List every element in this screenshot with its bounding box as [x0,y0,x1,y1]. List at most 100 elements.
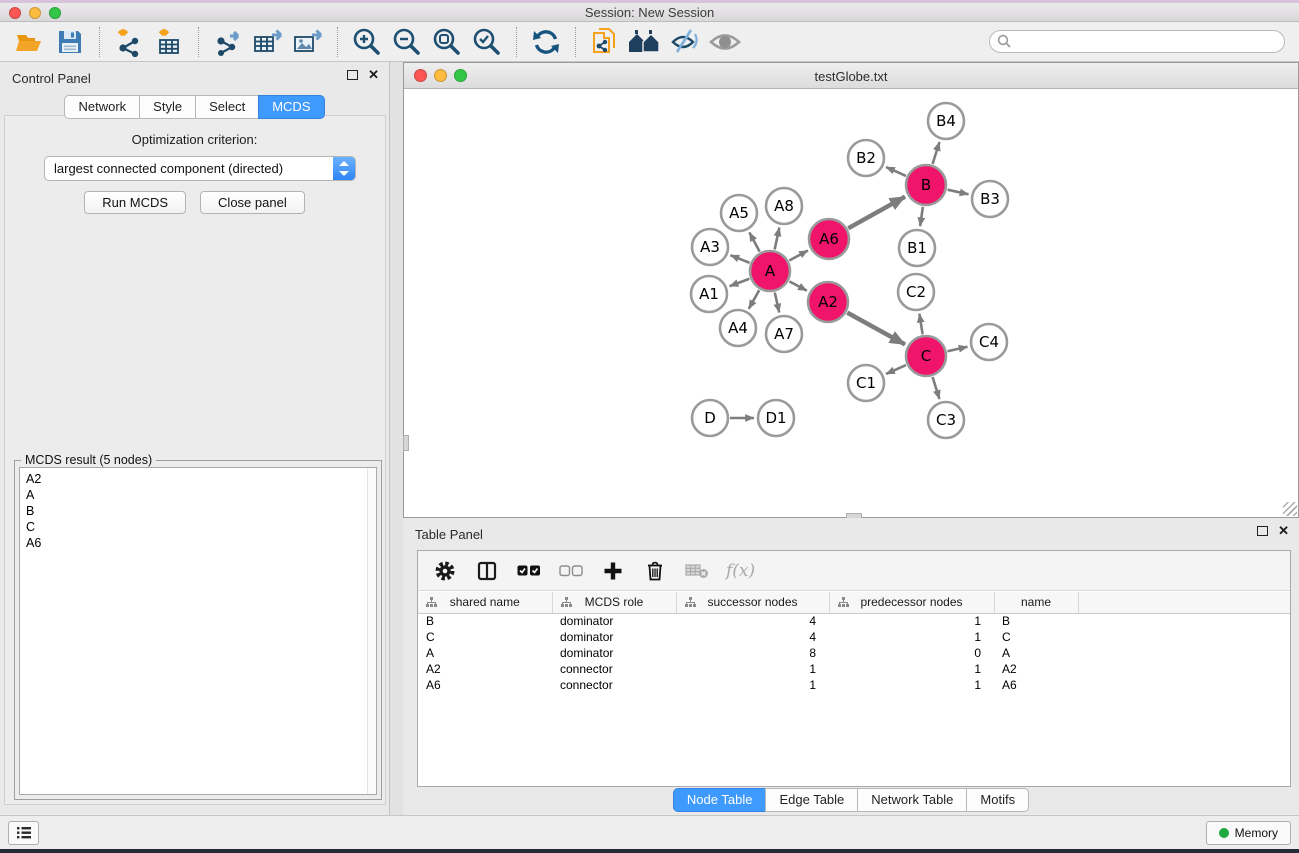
run-mcds-button[interactable]: Run MCDS [84,191,186,214]
node-A8[interactable]: A8 [766,188,802,224]
edge-A-A1[interactable] [730,279,750,286]
zoom-in-button[interactable] [347,26,387,58]
column-header-predecessor-nodes[interactable]: predecessor nodes [829,592,994,613]
criterion-dropdown[interactable]: largest connected component (directed) [44,156,356,181]
node-B1[interactable]: B1 [899,230,935,266]
edge-A-A2[interactable] [789,281,806,290]
edge-C-C2[interactable] [919,314,922,335]
table-cell[interactable]: dominator [552,645,676,661]
edge-B-B3[interactable] [947,190,968,195]
import-table-button[interactable] [149,26,189,58]
table-cell[interactable]: B [994,613,1078,629]
node-A1[interactable]: A1 [691,276,727,312]
function-builder-button-disabled[interactable]: f(x) [726,561,755,581]
table-cell[interactable]: 4 [676,613,829,629]
table-cell[interactable]: B [418,613,552,629]
add-column-button[interactable] [600,558,626,584]
table-cell[interactable]: C [418,629,552,645]
edge-B-B4[interactable] [933,142,940,164]
close-panel-icon[interactable]: ✕ [368,70,379,80]
float-panel-icon[interactable] [347,70,358,80]
column-header-shared-name[interactable]: shared name [418,592,552,613]
table-cell[interactable]: 4 [676,629,829,645]
column-header-MCDS-role[interactable]: MCDS role [552,592,676,613]
float-table-panel-icon[interactable] [1257,526,1268,536]
edge-A-A3[interactable] [730,255,749,263]
node-A4[interactable]: A4 [720,310,756,346]
mcds-result-scrollbar[interactable] [367,468,376,794]
table-cell[interactable]: connector [552,677,676,693]
table-cell[interactable]: 1 [829,629,994,645]
node-C2[interactable]: C2 [898,274,934,310]
save-session-button[interactable] [50,26,90,58]
table-cell[interactable]: C [994,629,1078,645]
node-A3[interactable]: A3 [692,229,728,265]
close-panel-button[interactable]: Close panel [200,191,305,214]
edge-A2-C[interactable] [847,313,905,345]
tab-mcds[interactable]: MCDS [258,95,324,119]
network-canvas[interactable]: AA1A2A3A4A5A6A7A8BB1B2B3B4CC1C2C3C4DD1 [404,89,1298,517]
table-cell[interactable]: A6 [418,677,552,693]
node-B[interactable]: B [906,165,946,205]
task-history-button[interactable] [8,821,39,845]
table-cell[interactable]: 1 [676,661,829,677]
refresh-button[interactable] [526,26,566,58]
node-B2[interactable]: B2 [848,140,884,176]
tab-node-table[interactable]: Node Table [673,788,767,812]
table-cell[interactable]: connector [552,661,676,677]
zoom-selected-button[interactable] [467,26,507,58]
table-cell[interactable]: 0 [829,645,994,661]
edge-C-C3[interactable] [933,377,940,399]
edge-A-A8[interactable] [775,228,780,250]
table-cell[interactable]: 1 [829,661,994,677]
delete-column-button[interactable] [642,558,668,584]
zoom-fit-button[interactable] [427,26,467,58]
table-cell[interactable]: A6 [994,677,1078,693]
tab-network-table[interactable]: Network Table [857,788,967,812]
edge-A-A4[interactable] [749,290,759,309]
window-resize-grip[interactable] [1283,502,1297,516]
edge-B-B1[interactable] [920,207,923,226]
edge-A-A5[interactable] [749,232,759,251]
table-cell[interactable]: A [418,645,552,661]
select-all-button[interactable] [516,558,542,584]
home-button[interactable] [625,26,665,58]
edge-A6-B[interactable] [848,197,905,229]
node-A7[interactable]: A7 [766,316,802,352]
tab-network[interactable]: Network [64,95,140,119]
tab-motifs[interactable]: Motifs [966,788,1029,812]
node-A2[interactable]: A2 [808,282,848,322]
table-cell[interactable]: 8 [676,645,829,661]
column-header-successor-nodes[interactable]: successor nodes [676,592,829,613]
node-C3[interactable]: C3 [928,402,964,438]
edge-A-A7[interactable] [775,292,779,312]
table-cell[interactable]: 1 [829,677,994,693]
import-network-button[interactable] [109,26,149,58]
edge-C-C1[interactable] [886,365,906,374]
table-cell[interactable]: A [994,645,1078,661]
close-table-panel-icon[interactable]: ✕ [1278,526,1289,536]
clone-network-button[interactable] [585,26,625,58]
node-A6[interactable]: A6 [809,219,849,259]
table-cell[interactable]: dominator [552,613,676,629]
zoom-out-button[interactable] [387,26,427,58]
column-header-name[interactable]: name [994,592,1078,613]
edge-C-C4[interactable] [947,347,967,351]
open-file-button[interactable] [10,26,50,58]
column-view-button[interactable] [474,558,500,584]
hide-selected-button[interactable] [665,26,705,58]
export-table-button[interactable] [248,26,288,58]
table-cell[interactable]: 1 [676,677,829,693]
node-D[interactable]: D [692,400,728,436]
tab-edge-table[interactable]: Edge Table [765,788,858,812]
table-cell[interactable]: A2 [418,661,552,677]
splitter-handle[interactable] [403,435,409,451]
node-C4[interactable]: C4 [971,324,1007,360]
memory-button[interactable]: Memory [1206,821,1291,845]
edge-A-A6[interactable] [789,250,808,260]
node-A[interactable]: A [750,251,790,291]
node-D1[interactable]: D1 [758,400,794,436]
tab-select[interactable]: Select [195,95,259,119]
search-input[interactable] [989,30,1285,53]
node-C[interactable]: C [906,336,946,376]
